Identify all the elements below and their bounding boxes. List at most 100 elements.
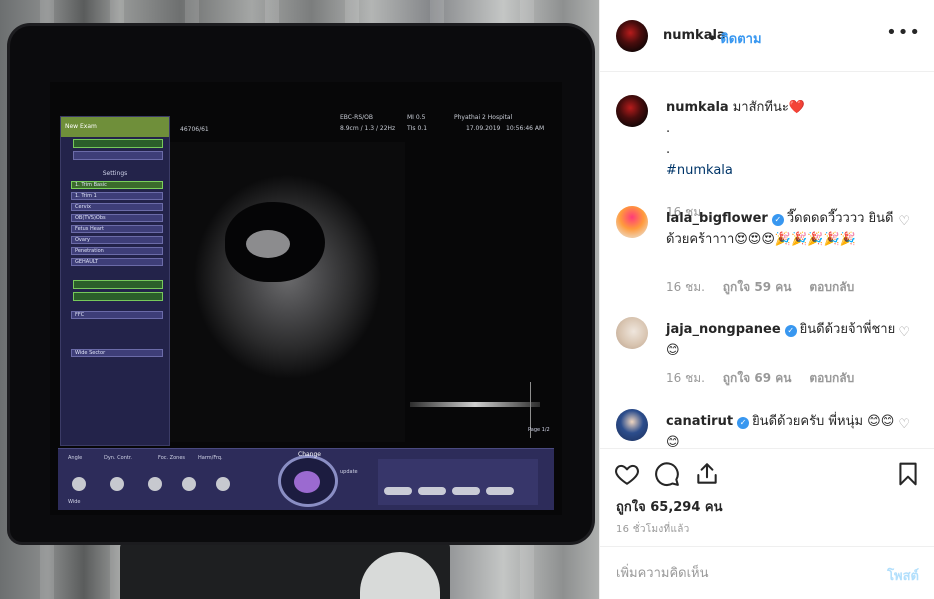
post-header: numkala • ติดตาม ••• — [600, 0, 934, 72]
gain-select — [73, 292, 163, 301]
comment-bubble-icon[interactable] — [654, 461, 680, 487]
tis-readout: TIs 0.1 — [407, 125, 428, 132]
follow-label: ติดตาม — [720, 32, 762, 47]
caption-dot: . — [666, 142, 671, 157]
knob — [148, 477, 162, 491]
share-icon[interactable] — [694, 461, 720, 487]
commenter-avatar[interactable] — [616, 317, 648, 349]
settings-item: 1. Trim 1 — [71, 192, 163, 200]
angle-knob — [72, 477, 86, 491]
follow-button[interactable]: • ติดตาม — [708, 28, 762, 49]
comment-likes[interactable]: ถูกใจ 59 คน — [723, 280, 792, 294]
like-count[interactable]: ถูกใจ 65,294 คน — [616, 496, 723, 517]
comment-meta: 16 ชม. ถูกใจ 59 คน ตอบกลับ — [666, 278, 868, 297]
gain-select — [73, 280, 163, 289]
caption-dot: . — [666, 121, 671, 136]
settings-panel: New Exam Settings 1. Trim Basic 1. Trim … — [60, 116, 170, 446]
change-label: Change — [298, 451, 321, 458]
grayscale-bar — [410, 402, 540, 407]
author-avatar[interactable] — [616, 20, 648, 52]
comment-item: lala_bigflower ✓ วี๊ดดดดวี๊วววว ยินดีด้วยค… — [616, 206, 916, 306]
fetus-image — [246, 230, 290, 258]
comment-username[interactable]: canatirut — [666, 414, 733, 429]
hospital-name: Phyathai 2 Hospital — [454, 114, 513, 121]
control-bar: Angle Dyn. Contr. Foc. Zones Harm/Frq. W… — [58, 427, 554, 510]
like-comment-icon[interactable]: ♡ — [898, 214, 910, 229]
like-comment-icon[interactable]: ♡ — [898, 325, 910, 340]
control-label: Angle — [68, 455, 83, 461]
menu-header: New Exam — [61, 117, 169, 137]
probe-name: EBC-RS/OB — [340, 114, 373, 121]
comment-meta: 16 ชม. ถูกใจ 69 คน ตอบกลับ — [666, 369, 868, 388]
caption: numkala มาสักทีนะ❤️ . . #numkala 16 ชม. — [616, 95, 916, 219]
like-comment-icon[interactable]: ♡ — [898, 417, 910, 432]
author-avatar[interactable] — [616, 95, 648, 127]
comment-username[interactable]: lala_bigflower — [666, 211, 768, 226]
depth-readout: 8.9cm / 1.3 / 22Hz — [340, 125, 396, 132]
ffc-button: FFC — [71, 311, 163, 319]
post-details-panel: numkala • ติดตาม ••• numkala มาสักทีนะ❤️ .… — [599, 0, 934, 599]
settings-item: Fetus Heart — [71, 225, 163, 233]
mode-button — [452, 487, 480, 495]
control-label: Dyn. Contr. — [104, 455, 133, 461]
settings-item: GEHAULT — [71, 258, 163, 266]
patient-id: 46706/61 — [180, 126, 209, 133]
verified-badge-icon: ✓ — [737, 417, 750, 429]
more-options-icon[interactable]: ••• — [886, 22, 921, 43]
commenter-avatar[interactable] — [616, 206, 648, 238]
comment-username[interactable]: jaja_nongpanee — [666, 322, 781, 337]
exam-time: 10:56:46 AM — [506, 125, 545, 132]
update-label: update — [340, 469, 358, 475]
dial-center — [294, 471, 320, 493]
caption-body: มาสักทีนะ — [732, 100, 789, 115]
comment-item: jaja_nongpanee ✓ ยินดีด้วยจ้าพี่ชาย 😊 16 ช… — [616, 317, 916, 397]
separator-dot: • — [708, 32, 717, 47]
exam-date: 17.09.2019 — [466, 125, 501, 132]
comment-time: 16 ชม. — [666, 371, 705, 385]
wide-label: Wide — [68, 499, 81, 505]
settings-title: Settings — [102, 170, 128, 177]
commenter-avatar[interactable] — [616, 409, 648, 441]
harm-frq-knob — [216, 477, 230, 491]
like-heart-icon[interactable] — [614, 461, 640, 487]
page-indicator: Page 1/2 — [528, 427, 550, 433]
add-comment-input[interactable] — [616, 562, 856, 584]
caption-username[interactable]: numkala — [666, 100, 729, 115]
settings-item: Penetration — [71, 247, 163, 255]
comment-text: jaja_nongpanee ✓ ยินดีด้วยจ้าพี่ชาย 😊 — [666, 319, 906, 361]
preset-select — [73, 139, 163, 148]
caption-text: numkala มาสักทีนะ❤️ . . #numkala — [666, 97, 906, 181]
comments-list: numkala มาสักทีนะ❤️ . . #numkala 16 ชม. l… — [600, 73, 934, 447]
reply-button[interactable]: ตอบกลับ — [809, 280, 854, 294]
settings-item: Cervix — [71, 203, 163, 211]
foc-zones-knob — [182, 477, 196, 491]
ultrasound-scan-image — [170, 142, 405, 442]
settings-item: 1. Trim Basic — [71, 181, 163, 189]
post-comment-button[interactable]: โพสต์ — [887, 565, 919, 586]
preset-select — [73, 151, 163, 160]
settings-item: Ovary — [71, 236, 163, 244]
settings-item: OB(TVS)Obs — [71, 214, 163, 222]
reply-button[interactable]: ตอบกลับ — [809, 371, 854, 385]
verified-badge-icon: ✓ — [771, 214, 784, 226]
bookmark-icon[interactable] — [895, 461, 921, 487]
post-actions: ถูกใจ 65,294 คน 16 ชั่วโมงที่แล้ว — [600, 448, 934, 546]
post-timestamp: 16 ชั่วโมงที่แล้ว — [616, 524, 690, 535]
control-label: Harm/Frq. — [198, 455, 223, 461]
control-label: Foc. Zones — [158, 455, 186, 461]
comment-item: canatirut ✓ ยินดีด้วยครับ พี่หนุ่ม 😊😊😊 ♡ — [616, 409, 916, 447]
post-photo[interactable]: 46706/61 EBC-RS/OB 8.9cm / 1.3 / 22Hz MI… — [0, 0, 599, 599]
verified-badge-icon: ✓ — [784, 325, 797, 337]
mi-readout: MI 0.5 — [407, 114, 426, 121]
hashtag-link[interactable]: #numkala — [666, 163, 733, 178]
ultrasound-monitor: 46706/61 EBC-RS/OB 8.9cm / 1.3 / 22Hz MI… — [10, 26, 592, 542]
dyn-contr-knob — [110, 477, 124, 491]
wide-sector-button: Wide Sector — [71, 349, 163, 357]
mode-buttons — [378, 459, 538, 505]
comment-text: canatirut ✓ ยินดีด้วยครับ พี่หนุ่ม 😊😊😊 — [666, 411, 906, 447]
add-comment-bar: โพสต์ — [600, 546, 934, 599]
ultrasound-screen: 46706/61 EBC-RS/OB 8.9cm / 1.3 / 22Hz MI… — [50, 82, 562, 515]
comment-likes[interactable]: ถูกใจ 69 คน — [723, 371, 792, 385]
heart-emoji: ❤️ — [788, 100, 806, 115]
mode-button — [486, 487, 514, 495]
